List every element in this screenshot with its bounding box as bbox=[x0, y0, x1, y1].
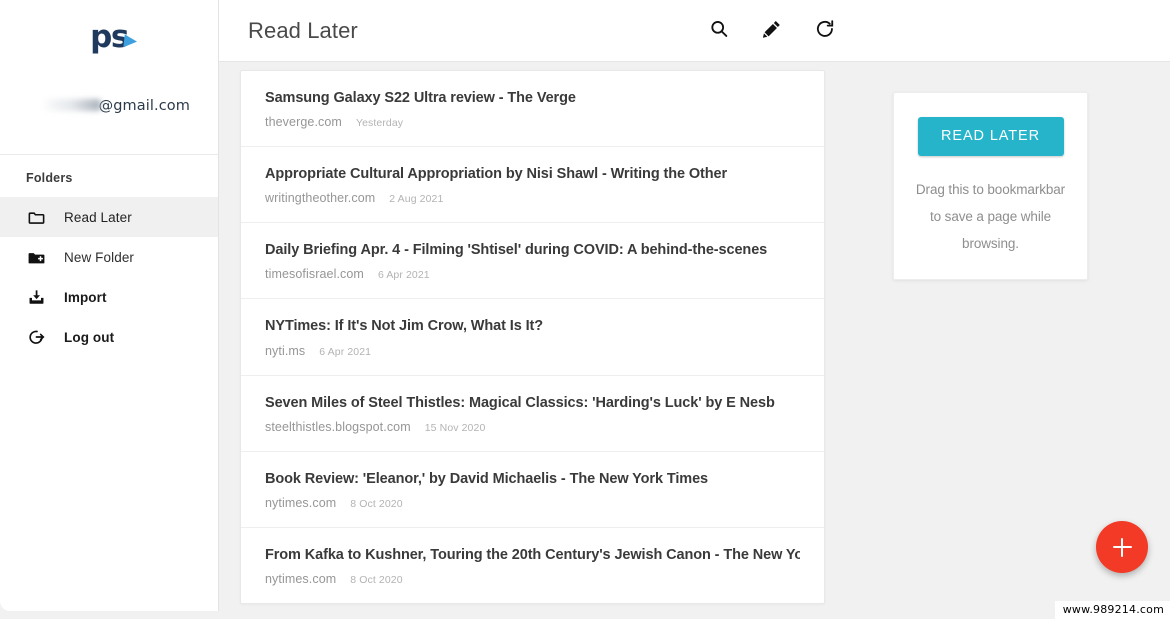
folder-plus-icon bbox=[24, 245, 48, 269]
ps-flag-logo-icon: ps bbox=[90, 22, 128, 53]
article-date: 6 Apr 2021 bbox=[378, 269, 430, 281]
account-email: @gmail.com bbox=[0, 98, 190, 114]
app-logo: ps bbox=[0, 22, 218, 62]
article-title: NYTimes: If It's Not Jim Crow, What Is I… bbox=[265, 317, 800, 335]
add-item-fab[interactable] bbox=[1096, 521, 1148, 573]
site-watermark: www.989214.com bbox=[1055, 601, 1170, 619]
table-row[interactable]: Appropriate Cultural Appropriation by Ni… bbox=[241, 147, 824, 223]
logo-flag-accent bbox=[123, 34, 137, 48]
article-date: 2 Aug 2021 bbox=[389, 193, 443, 205]
app-root: ps @gmail.com Folders Read Later bbox=[0, 0, 1170, 619]
article-meta: theverge.com Yesterday bbox=[265, 115, 800, 129]
edit-button[interactable] bbox=[758, 17, 786, 45]
article-date: 6 Apr 2021 bbox=[319, 346, 371, 358]
article-domain: steelthistles.blogspot.com bbox=[265, 420, 411, 434]
folders-section-label: Folders bbox=[0, 155, 218, 195]
article-title: Seven Miles of Steel Thistles: Magical C… bbox=[265, 394, 800, 412]
logo-wordmark: ps bbox=[90, 19, 128, 55]
top-bar-actions bbox=[705, 17, 1170, 45]
main-area: Read Later bbox=[219, 0, 1170, 619]
search-icon bbox=[708, 18, 730, 43]
table-row[interactable]: Samsung Galaxy S22 Ultra review - The Ve… bbox=[241, 71, 824, 147]
article-meta: nytimes.com 8 Oct 2020 bbox=[265, 572, 800, 586]
sidebar-item-label: Log out bbox=[64, 330, 114, 345]
article-domain: nytimes.com bbox=[265, 496, 336, 510]
article-title: Appropriate Cultural Appropriation by Ni… bbox=[265, 165, 800, 183]
plus-icon bbox=[1113, 538, 1132, 557]
bottom-strip bbox=[0, 611, 1170, 619]
table-row[interactable]: From Kafka to Kushner, Touring the 20th … bbox=[241, 528, 824, 603]
refresh-icon bbox=[814, 18, 836, 43]
article-title: Daily Briefing Apr. 4 - Filming 'Shtisel… bbox=[265, 241, 800, 259]
article-title: Samsung Galaxy S22 Ultra review - The Ve… bbox=[265, 89, 800, 107]
sidebar-item-new-folder[interactable]: New Folder bbox=[0, 237, 218, 277]
sidebar-item-import[interactable]: Import bbox=[0, 277, 218, 317]
article-domain: timesofisrael.com bbox=[265, 267, 364, 281]
sidebar-nav: Read Later New Folder bbox=[0, 195, 218, 357]
article-domain: nyti.ms bbox=[265, 344, 305, 358]
article-date: 8 Oct 2020 bbox=[350, 574, 402, 586]
top-bar: Read Later bbox=[219, 0, 1170, 62]
article-date: 8 Oct 2020 bbox=[350, 498, 402, 510]
bookmarklet-card: READ LATER Drag this to bookmarkbar to s… bbox=[893, 92, 1088, 280]
refresh-button[interactable] bbox=[811, 17, 839, 45]
logout-arrow-icon bbox=[24, 325, 48, 349]
edit-pencil-icon bbox=[761, 18, 783, 43]
account-email-suffix: @gmail.com bbox=[99, 98, 190, 114]
article-meta: writingtheother.com 2 Aug 2021 bbox=[265, 191, 800, 205]
sidebar-item-label: Read Later bbox=[64, 210, 132, 225]
folder-outline-icon bbox=[24, 205, 48, 229]
import-download-icon bbox=[24, 285, 48, 309]
account-block: ps @gmail.com bbox=[0, 0, 218, 155]
article-date: Yesterday bbox=[356, 117, 403, 129]
search-button[interactable] bbox=[705, 17, 733, 45]
sidebar-item-log-out[interactable]: Log out bbox=[0, 317, 218, 357]
article-title: From Kafka to Kushner, Touring the 20th … bbox=[265, 546, 800, 564]
article-date: 15 Nov 2020 bbox=[425, 422, 486, 434]
table-row[interactable]: Seven Miles of Steel Thistles: Magical C… bbox=[241, 376, 824, 452]
article-domain: nytimes.com bbox=[265, 572, 336, 586]
article-meta: timesofisrael.com 6 Apr 2021 bbox=[265, 267, 800, 281]
article-meta: steelthistles.blogspot.com 15 Nov 2020 bbox=[265, 420, 800, 434]
read-later-bookmarklet-button[interactable]: READ LATER bbox=[918, 117, 1064, 156]
sidebar-item-read-later[interactable]: Read Later bbox=[0, 197, 218, 237]
sidebar: ps @gmail.com Folders Read Later bbox=[0, 0, 219, 611]
article-meta: nytimes.com 8 Oct 2020 bbox=[265, 496, 800, 510]
article-meta: nyti.ms 6 Apr 2021 bbox=[265, 344, 800, 358]
article-title: Book Review: 'Eleanor,' by David Michael… bbox=[265, 470, 800, 488]
sidebar-item-label: Import bbox=[64, 290, 107, 305]
sidebar-item-label: New Folder bbox=[64, 250, 134, 265]
article-domain: writingtheother.com bbox=[265, 191, 375, 205]
table-row[interactable]: NYTimes: If It's Not Jim Crow, What Is I… bbox=[241, 299, 824, 375]
bookmarklet-hint: Drag this to bookmarkbar to save a page … bbox=[909, 176, 1072, 257]
article-domain: theverge.com bbox=[265, 115, 342, 129]
table-row[interactable]: Book Review: 'Eleanor,' by David Michael… bbox=[241, 452, 824, 528]
article-list: Samsung Galaxy S22 Ultra review - The Ve… bbox=[240, 70, 825, 604]
table-row[interactable]: Daily Briefing Apr. 4 - Filming 'Shtisel… bbox=[241, 223, 824, 299]
page-title: Read Later bbox=[219, 18, 358, 44]
email-redaction bbox=[41, 99, 101, 111]
content-area: Samsung Galaxy S22 Ultra review - The Ve… bbox=[219, 62, 1170, 619]
